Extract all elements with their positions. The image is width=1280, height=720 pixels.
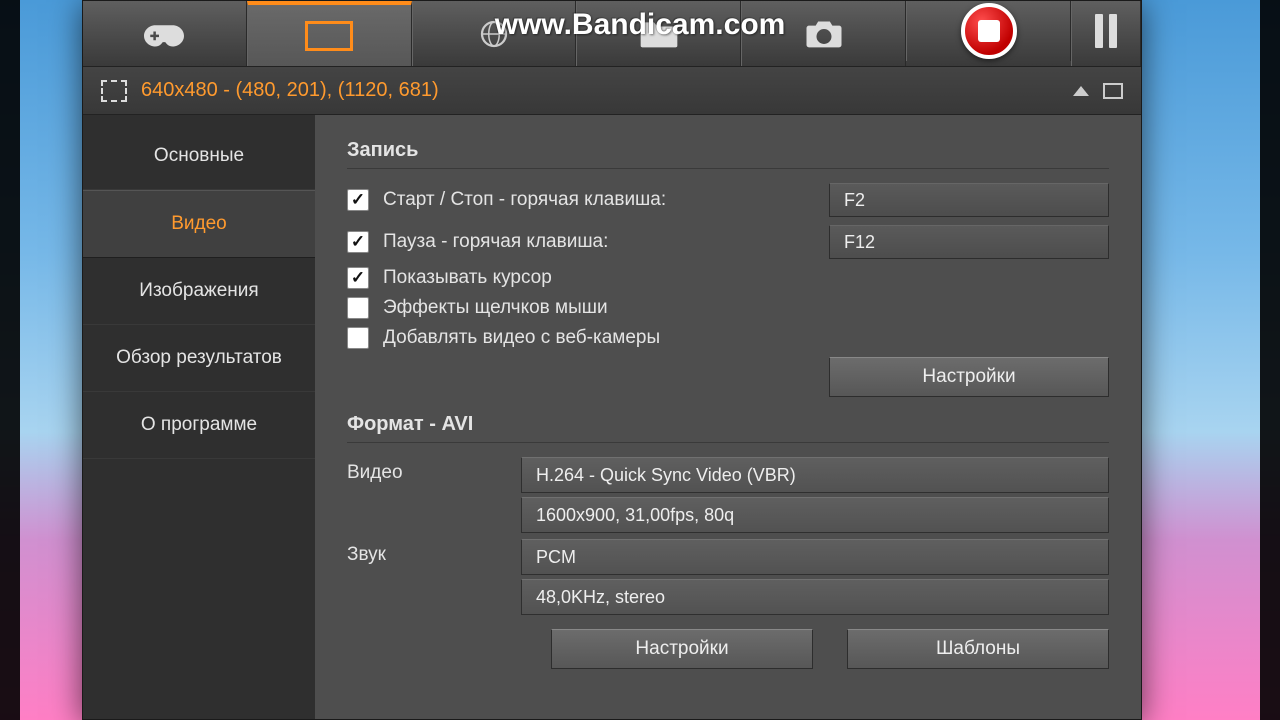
crop-region-text: 640x480 - (480, 201), (1120, 681) bbox=[141, 79, 439, 102]
record-icon bbox=[961, 3, 1017, 59]
sidebar: Основные Видео Изображения Обзор результ… bbox=[83, 115, 315, 719]
label-cursor: Показывать курсор bbox=[383, 267, 1109, 289]
record-settings-button[interactable]: Настройки bbox=[829, 357, 1109, 397]
format-presets-button[interactable]: Шаблоны bbox=[847, 629, 1109, 669]
content-area: Основные Видео Изображения Обзор результ… bbox=[83, 115, 1141, 719]
row-click-effects: Эффекты щелчков мыши bbox=[347, 297, 1109, 319]
mode-snapshot[interactable] bbox=[741, 1, 906, 66]
sidebar-item-output[interactable]: Обзор результатов bbox=[83, 325, 315, 392]
collapse-icon[interactable] bbox=[1073, 86, 1089, 96]
checkbox-pause[interactable] bbox=[347, 231, 369, 253]
label-click-effects: Эффекты щелчков мыши bbox=[383, 297, 1109, 319]
crop-selection-icon bbox=[101, 80, 127, 102]
record-button[interactable] bbox=[906, 1, 1071, 61]
globe-icon bbox=[474, 19, 514, 49]
sidebar-item-about[interactable]: О программе bbox=[83, 392, 315, 459]
record-section-title: Запись bbox=[347, 139, 1109, 162]
checkbox-click-effects[interactable] bbox=[347, 297, 369, 319]
label-pause: Пауза - горячая клавиша: bbox=[383, 231, 829, 253]
mode-game[interactable] bbox=[83, 1, 247, 66]
letterbox-right bbox=[1260, 0, 1280, 720]
label-startstop: Старт / Стоп - горячая клавиша: bbox=[383, 189, 829, 211]
camera-icon bbox=[804, 19, 844, 49]
format-audio-params: 48,0KHz, stereo bbox=[521, 579, 1109, 615]
gamepad-icon bbox=[144, 19, 184, 49]
screen-rect-icon bbox=[305, 21, 353, 51]
hotkey-startstop-field[interactable]: F2 bbox=[829, 183, 1109, 217]
divider bbox=[347, 168, 1109, 169]
bandicam-window: 640x480 - (480, 201), (1120, 681) Основн… bbox=[82, 0, 1142, 720]
letterbox-left bbox=[0, 0, 20, 720]
sidebar-item-general[interactable]: Основные bbox=[83, 123, 315, 190]
row-hotkey-startstop: Старт / Стоп - горячая клавиша: F2 bbox=[347, 183, 1109, 217]
crop-region-bar[interactable]: 640x480 - (480, 201), (1120, 681) bbox=[83, 67, 1141, 115]
pause-icon bbox=[1092, 14, 1120, 53]
pause-button[interactable] bbox=[1071, 1, 1141, 66]
mode-toolbar bbox=[83, 1, 1141, 67]
mode-device[interactable] bbox=[412, 1, 577, 66]
video-panel: Запись Старт / Стоп - горячая клавиша: F… bbox=[315, 115, 1141, 719]
format-video-label: Видео bbox=[347, 457, 507, 484]
folder-icon bbox=[639, 19, 679, 49]
format-audio-codec: PCM bbox=[521, 539, 1109, 575]
row-hotkey-pause: Пауза - горячая клавиша: F12 bbox=[347, 225, 1109, 259]
divider bbox=[347, 442, 1109, 443]
format-settings-button[interactable]: Настройки bbox=[551, 629, 813, 669]
format-audio-label: Звук bbox=[347, 539, 507, 566]
format-video-params: 1600x900, 31,00fps, 80q bbox=[521, 497, 1109, 533]
mode-folder[interactable] bbox=[576, 1, 741, 66]
checkbox-webcam[interactable] bbox=[347, 327, 369, 349]
row-webcam: Добавлять видео с веб-камеры bbox=[347, 327, 1109, 349]
sidebar-item-video[interactable]: Видео bbox=[83, 190, 315, 258]
sidebar-item-image[interactable]: Изображения bbox=[83, 258, 315, 325]
checkbox-cursor[interactable] bbox=[347, 267, 369, 289]
format-video-codec: H.264 - Quick Sync Video (VBR) bbox=[521, 457, 1109, 493]
format-section-title: Формат - AVI bbox=[347, 413, 1109, 436]
fullscreen-target-icon[interactable] bbox=[1103, 83, 1123, 99]
checkbox-startstop[interactable] bbox=[347, 189, 369, 211]
mode-screen[interactable] bbox=[247, 1, 412, 66]
row-show-cursor: Показывать курсор bbox=[347, 267, 1109, 289]
label-webcam: Добавлять видео с веб-камеры bbox=[383, 327, 1109, 349]
hotkey-pause-field[interactable]: F12 bbox=[829, 225, 1109, 259]
